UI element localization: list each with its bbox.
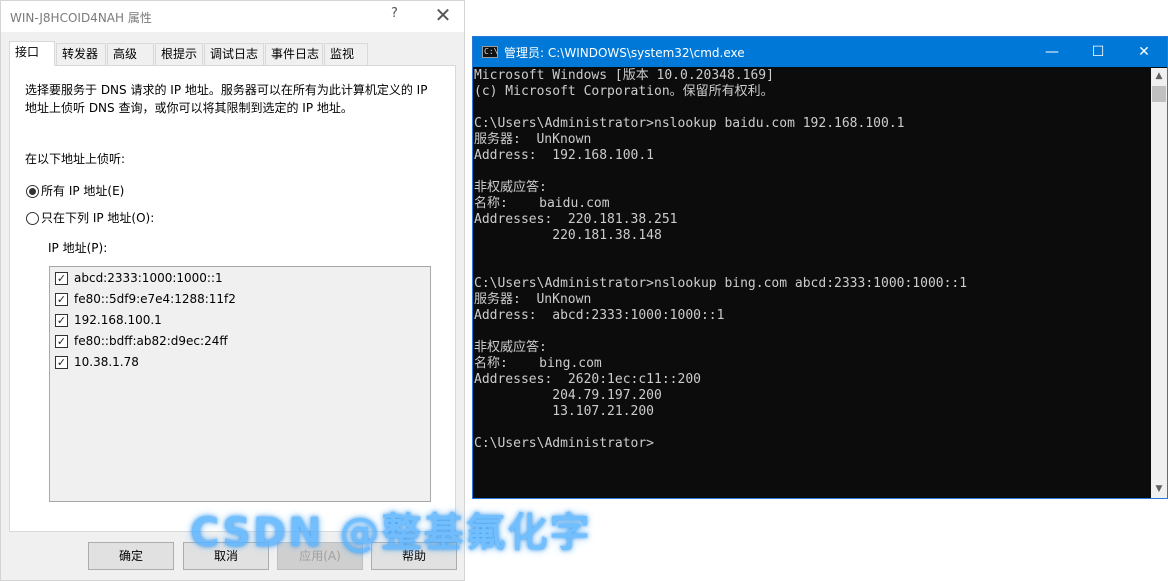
console-output[interactable]: Microsoft Windows [版本 10.0.20348.169] (c… xyxy=(474,68,1150,498)
console-line: 服务器: UnKnown xyxy=(474,132,592,147)
tab-monitoring[interactable]: 监视 xyxy=(324,43,368,65)
ok-button[interactable]: 确定 xyxy=(88,542,174,570)
radio-only-ip-label[interactable]: 只在下列 IP 地址(O): xyxy=(41,210,154,226)
console-line: C:\Users\Administrator> xyxy=(474,436,655,451)
console-line: 非权威应答: xyxy=(474,180,547,195)
tab-event-logging[interactable]: 事件日志 xyxy=(265,43,323,65)
ip-list-label: IP 地址(P): xyxy=(48,241,108,255)
dns-properties-dialog: WIN-J8HCOID4NAH 属性 ? ✕ 接口 转发器 高级 根提示 调试日… xyxy=(0,0,465,581)
console-line: Addresses: 220.181.38.251 xyxy=(474,212,678,227)
console-line: Microsoft Windows [版本 10.0.20348.169] xyxy=(474,68,774,83)
console-line: (c) Microsoft Corporation。保留所有权利。 xyxy=(474,84,774,99)
console-line: Address: abcd:2333:1000:1000::1 xyxy=(474,308,725,323)
ip-address: fe80::bdff:ab82:d9ec:24ff xyxy=(74,334,228,348)
tab-advanced[interactable]: 高级 xyxy=(107,43,154,65)
console-line: 服务器: UnKnown xyxy=(474,292,592,307)
ip-address: 192.168.100.1 xyxy=(74,313,162,327)
listen-label: 在以下地址上侦听: xyxy=(25,152,126,166)
checkbox[interactable]: ✓ xyxy=(55,335,68,348)
maximize-icon[interactable]: ☐ xyxy=(1075,37,1121,67)
checkbox[interactable]: ✓ xyxy=(55,356,68,369)
checkbox[interactable]: ✓ xyxy=(55,272,68,285)
console-line: C:\Users\Administrator>nslookup baidu.co… xyxy=(474,116,905,131)
close-icon[interactable]: ✕ xyxy=(433,3,453,27)
console-line: 220.181.38.148 xyxy=(552,228,662,243)
ip-address-list[interactable]: ✓ abcd:2333:1000:1000::1 ✓ fe80::5df9:e7… xyxy=(49,266,431,502)
help-icon[interactable]: ? xyxy=(391,6,398,21)
console-line: 204.79.197.200 xyxy=(552,388,662,403)
list-item[interactable]: ✓ 192.168.100.1 xyxy=(50,311,430,332)
dialog-title-bar: WIN-J8HCOID4NAH 属性 ? ✕ xyxy=(1,1,464,32)
tab-debug-logging[interactable]: 调试日志 xyxy=(204,43,264,65)
ip-address: fe80::5df9:e7e4:1288:11f2 xyxy=(74,292,236,306)
cmd-icon: C:\ xyxy=(482,46,499,58)
dialog-title: WIN-J8HCOID4NAH 属性 xyxy=(10,11,152,25)
list-item[interactable]: ✓ fe80::5df9:e7e4:1288:11f2 xyxy=(50,290,430,311)
minimize-icon[interactable]: — xyxy=(1029,37,1075,67)
console-line: 非权威应答: xyxy=(474,340,547,355)
cmd-title-bar: C:\ 管理员: C:\WINDOWS\system32\cmd.exe — ☐… xyxy=(473,37,1167,67)
console-text: Microsoft Windows [版本 10.0.20348.169] (c… xyxy=(474,68,1150,452)
checkbox[interactable]: ✓ xyxy=(55,293,68,306)
tab-forwarders[interactable]: 转发器 xyxy=(56,43,106,65)
list-item[interactable]: ✓ fe80::bdff:ab82:d9ec:24ff xyxy=(50,332,430,353)
description-line-1: 选择要服务于 DNS 请求的 IP 地址。服务器可以在所有为此计算机定义的 IP xyxy=(25,83,428,97)
scroll-down-icon[interactable]: ▼ xyxy=(1151,481,1167,498)
interfaces-panel: 选择要服务于 DNS 请求的 IP 地址。服务器可以在所有为此计算机定义的 IP… xyxy=(9,65,456,532)
cmd-title: 管理员: C:\WINDOWS\system32\cmd.exe xyxy=(504,46,745,60)
vertical-scrollbar[interactable]: ▲ ▼ xyxy=(1151,68,1167,498)
console-line: 名称: bing.com xyxy=(474,356,602,371)
console-line: Address: 192.168.100.1 xyxy=(474,148,655,163)
list-item[interactable]: ✓ 10.38.1.78 xyxy=(50,353,430,374)
checkbox[interactable]: ✓ xyxy=(55,314,68,327)
radio-only-ip[interactable] xyxy=(26,212,39,225)
tab-label: 根提示 xyxy=(161,47,198,61)
console-line: 13.107.21.200 xyxy=(552,404,655,419)
radio-all-ip-label[interactable]: 所有 IP 地址(E) xyxy=(41,183,124,199)
ip-address: 10.38.1.78 xyxy=(74,355,139,369)
close-icon[interactable]: ✕ xyxy=(1121,37,1167,67)
ip-address: abcd:2333:1000:1000::1 xyxy=(74,271,223,285)
tab-label: 监视 xyxy=(330,47,355,61)
tab-label: 事件日志 xyxy=(271,47,320,61)
scroll-thumb[interactable] xyxy=(1152,86,1166,102)
list-item[interactable]: ✓ abcd:2333:1000:1000::1 xyxy=(50,269,430,290)
tab-label: 转发器 xyxy=(62,47,99,61)
radio-all-ip[interactable] xyxy=(26,185,39,198)
console-line: 名称: baidu.com xyxy=(474,196,610,211)
scroll-up-icon[interactable]: ▲ xyxy=(1151,68,1167,85)
tab-label: 调试日志 xyxy=(210,47,259,61)
tab-root-hints[interactable]: 根提示 xyxy=(155,43,203,65)
tab-label: 高级 xyxy=(113,47,138,61)
console-line: Addresses: 2620:1ec:c11::200 xyxy=(474,372,701,387)
watermark: CSDN @整基氟化字 xyxy=(190,510,592,556)
tab-label: 接口 xyxy=(15,45,40,59)
description-line-2: 地址上侦听 DNS 查询，或你可以将其限制到选定的 IP 地址。 xyxy=(25,101,353,115)
cmd-window: C:\ 管理员: C:\WINDOWS\system32\cmd.exe — ☐… xyxy=(472,36,1168,499)
tab-interfaces[interactable]: 接口 xyxy=(9,41,55,66)
console-line: C:\Users\Administrator>nslookup bing.com… xyxy=(474,276,968,291)
